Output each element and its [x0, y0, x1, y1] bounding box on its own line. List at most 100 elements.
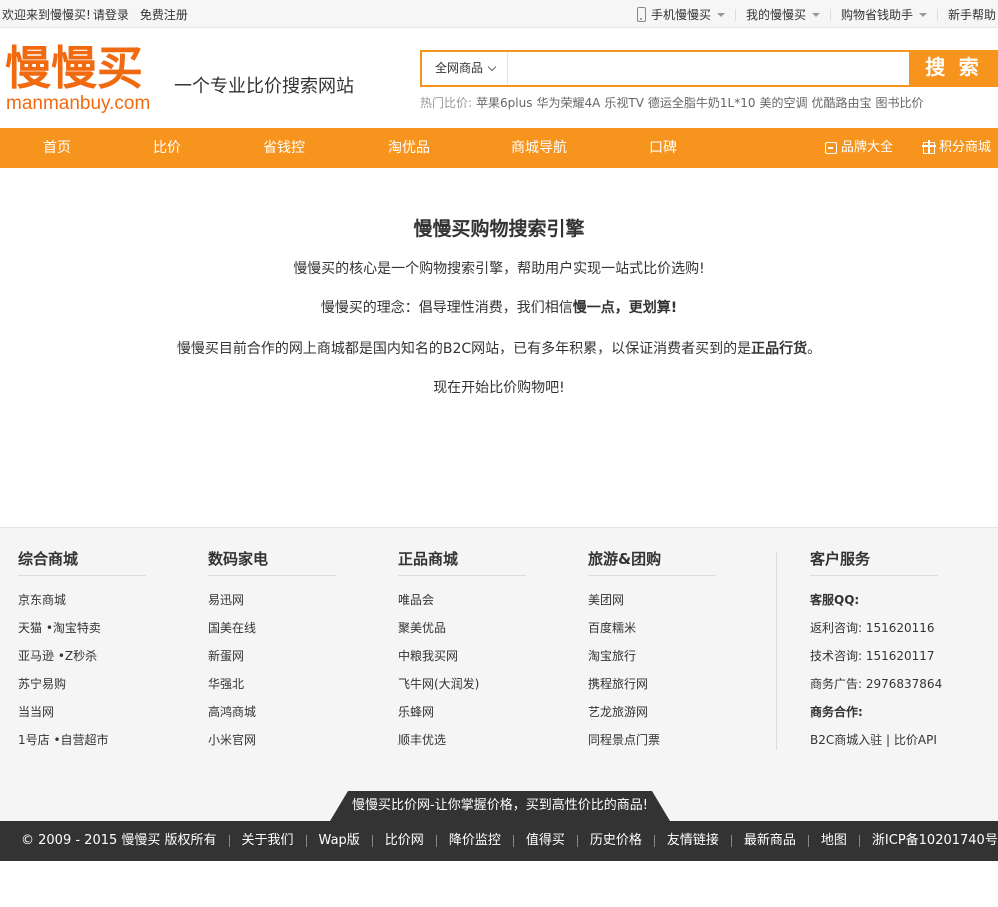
footer-divider	[776, 552, 777, 750]
footer-bottom-bar: © 2009 - 2015 慢慢买 版权所有 关于我们 Wap版 比价网 降价监控 值得买…	[0, 821, 998, 861]
footer-link[interactable]: 1号店 •自营超市	[18, 733, 109, 747]
divider	[730, 834, 732, 847]
footer-link[interactable]: 飞牛网(大润发)	[398, 677, 479, 691]
service-qq-label: 客服QQ:	[810, 593, 860, 607]
footer-column-digital: 数码家电 易迅网 国美在线 新蛋网 华强北 高鸿商城 小米官网	[208, 548, 336, 754]
footer-link[interactable]: 国美在线	[208, 621, 256, 635]
divider	[435, 834, 437, 847]
hot-keyword[interactable]: 优酷路由宝	[812, 96, 872, 110]
footer-link[interactable]: 亚马逊 •Z秒杀	[18, 649, 97, 663]
footer-bottom-link[interactable]: 友情链接	[667, 821, 719, 861]
register-link[interactable]: 免费注册	[140, 8, 188, 22]
intro-line-1: 慢慢买的核心是一个购物搜索引擎，帮助用户实现一站式比价选购!	[293, 261, 705, 277]
footer-column-title: 客户服务	[810, 548, 938, 576]
slogan: 一个专业比价搜索网站	[174, 76, 354, 97]
logo-domain: manmanbuy.com	[6, 93, 151, 114]
divider	[228, 834, 230, 847]
footer-column-title: 旅游&团购	[588, 548, 716, 576]
hot-keyword[interactable]: 华为荣耀4A	[537, 96, 601, 110]
nav-item-compare[interactable]: 比价	[137, 128, 197, 168]
divider	[512, 834, 514, 847]
footer-link[interactable]: 易迅网	[208, 593, 244, 607]
footer-link[interactable]: 同程景点门票	[588, 733, 660, 747]
footer-link[interactable]: 小米官网	[208, 733, 256, 747]
assistant-label: 购物省钱助手	[840, 8, 913, 22]
mobile-menu-label: 手机慢慢买	[650, 8, 711, 22]
footer-link[interactable]: 顺丰优选	[398, 733, 446, 747]
nav-item-reviews[interactable]: 口碑	[633, 128, 693, 168]
divider	[829, 8, 831, 21]
footer-link[interactable]: 携程旅行网	[588, 677, 648, 691]
nav-item-mall-nav[interactable]: 商城导航	[499, 128, 579, 168]
divider	[576, 834, 578, 847]
search-input[interactable]	[510, 52, 907, 85]
main-nav: 首页 比价 省钱控 淘优品 商城导航 口碑 品牌大全 积分商城	[0, 128, 998, 168]
gift-icon	[922, 140, 936, 154]
footer-link[interactable]: 聚美优品	[398, 621, 446, 635]
footer-link[interactable]: 高鸿商城	[208, 705, 256, 719]
footer-bottom-link[interactable]: 关于我们	[242, 821, 294, 861]
divider	[305, 834, 307, 847]
footer-bottom-link[interactable]: 降价监控	[449, 821, 501, 861]
service-rebate: 返利咨询: 151620116	[810, 621, 935, 635]
footer-column-travel: 旅游&团购 美团网 百度糯米 淘宝旅行 携程旅行网 艺龙旅游网 同程景点门票	[588, 548, 716, 754]
intro-line-2-bold: 慢一点，更划算!	[572, 300, 678, 316]
divider	[734, 8, 736, 21]
assistant-menu[interactable]: 购物省钱助手	[841, 6, 927, 23]
footer-link[interactable]: 天猫 •淘宝特卖	[18, 621, 101, 635]
service-ads: 商务广告: 2976837864	[810, 677, 943, 691]
hot-keyword[interactable]: 德运全脂牛奶1L*10	[648, 96, 756, 110]
logo[interactable]: 慢慢买	[5, 42, 143, 94]
divider	[371, 834, 373, 847]
phone-icon	[636, 7, 646, 22]
footer-bottom-link[interactable]: 历史价格	[590, 821, 642, 861]
footer: 综合商城 京东商城 天猫 •淘宝特卖 亚马逊 •Z秒杀 苏宁易购 当当网 1号店…	[0, 527, 998, 822]
intro-line-2: 慢慢买的理念：倡导理性消费，我们相信慢一点，更划算!	[0, 297, 998, 317]
search-scope-label: 全网商品	[435, 61, 484, 75]
divider	[858, 834, 860, 847]
divider	[807, 834, 809, 847]
footer-link[interactable]: 京东商城	[18, 593, 66, 607]
nav-brand-link[interactable]: 品牌大全	[825, 128, 893, 168]
search-button[interactable]: 搜 索	[910, 50, 998, 87]
footer-bottom-link[interactable]: 地图	[821, 821, 847, 861]
footer-link[interactable]: 艺龙旅游网	[588, 705, 648, 719]
my-account-menu[interactable]: 我的慢慢买	[746, 6, 820, 23]
intro-line-3-text: 慢慢买目前合作的网上商城都是国内知名的B2C网站，已有多年积累，以保证消费者买到…	[176, 341, 752, 357]
footer-link[interactable]: 乐蜂网	[398, 705, 434, 719]
footer-link[interactable]: 当当网	[18, 705, 54, 719]
hot-keyword[interactable]: 美的空调	[760, 96, 808, 110]
footer-link[interactable]: 苏宁易购	[18, 677, 66, 691]
hot-keyword[interactable]: 乐视TV	[604, 96, 644, 110]
intro-line-3: 慢慢买目前合作的网上商城都是国内知名的B2C网站，已有多年积累，以保证消费者买到…	[0, 338, 998, 358]
top-bar: 欢迎来到慢慢买! 请登录 免费注册 手机慢慢买 我的慢慢买 购物省钱助手 新手帮助	[0, 0, 998, 28]
footer-link[interactable]: 唯品会	[398, 593, 434, 607]
hot-keyword[interactable]: 苹果6plus	[476, 96, 532, 110]
help-link[interactable]: 新手帮助	[948, 6, 996, 23]
nav-brand-label: 品牌大全	[841, 140, 894, 155]
footer-bottom-link[interactable]: 值得买	[526, 821, 565, 861]
search-scope-select[interactable]: 全网商品	[422, 52, 508, 85]
footer-link[interactable]: 淘宝旅行	[588, 649, 636, 663]
footer-link[interactable]: 中粮我买网	[398, 649, 458, 663]
nav-points-link[interactable]: 积分商城	[922, 128, 991, 168]
copyright: © 2009 - 2015 慢慢买 版权所有	[21, 833, 217, 848]
footer-link[interactable]: 新蛋网	[208, 649, 244, 663]
footer-link[interactable]: 美团网	[588, 593, 624, 607]
login-link[interactable]: 请登录	[93, 8, 129, 22]
footer-link[interactable]: 华强北	[208, 677, 244, 691]
my-account-label: 我的慢慢买	[745, 8, 806, 22]
icp-link[interactable]: 浙ICP备10201740号	[872, 821, 998, 861]
nav-item-home[interactable]: 首页	[27, 128, 87, 168]
footer-bottom-link[interactable]: 最新商品	[744, 821, 796, 861]
top-bar-right: 手机慢慢买 我的慢慢买 购物省钱助手 新手帮助	[636, 6, 996, 23]
service-biz-links[interactable]: B2C商城入驻 | 比价API	[810, 733, 937, 747]
nav-item-taoyoupin[interactable]: 淘优品	[374, 128, 444, 168]
search-area: 全网商品 搜 索	[420, 50, 998, 87]
mobile-menu[interactable]: 手机慢慢买	[636, 6, 725, 23]
hot-keyword[interactable]: 图书比价	[876, 96, 924, 110]
footer-bottom-link[interactable]: 比价网	[385, 821, 424, 861]
footer-bottom-link[interactable]: Wap版	[319, 821, 360, 861]
nav-item-savings[interactable]: 省钱控	[249, 128, 319, 168]
footer-link[interactable]: 百度糯米	[588, 621, 636, 635]
